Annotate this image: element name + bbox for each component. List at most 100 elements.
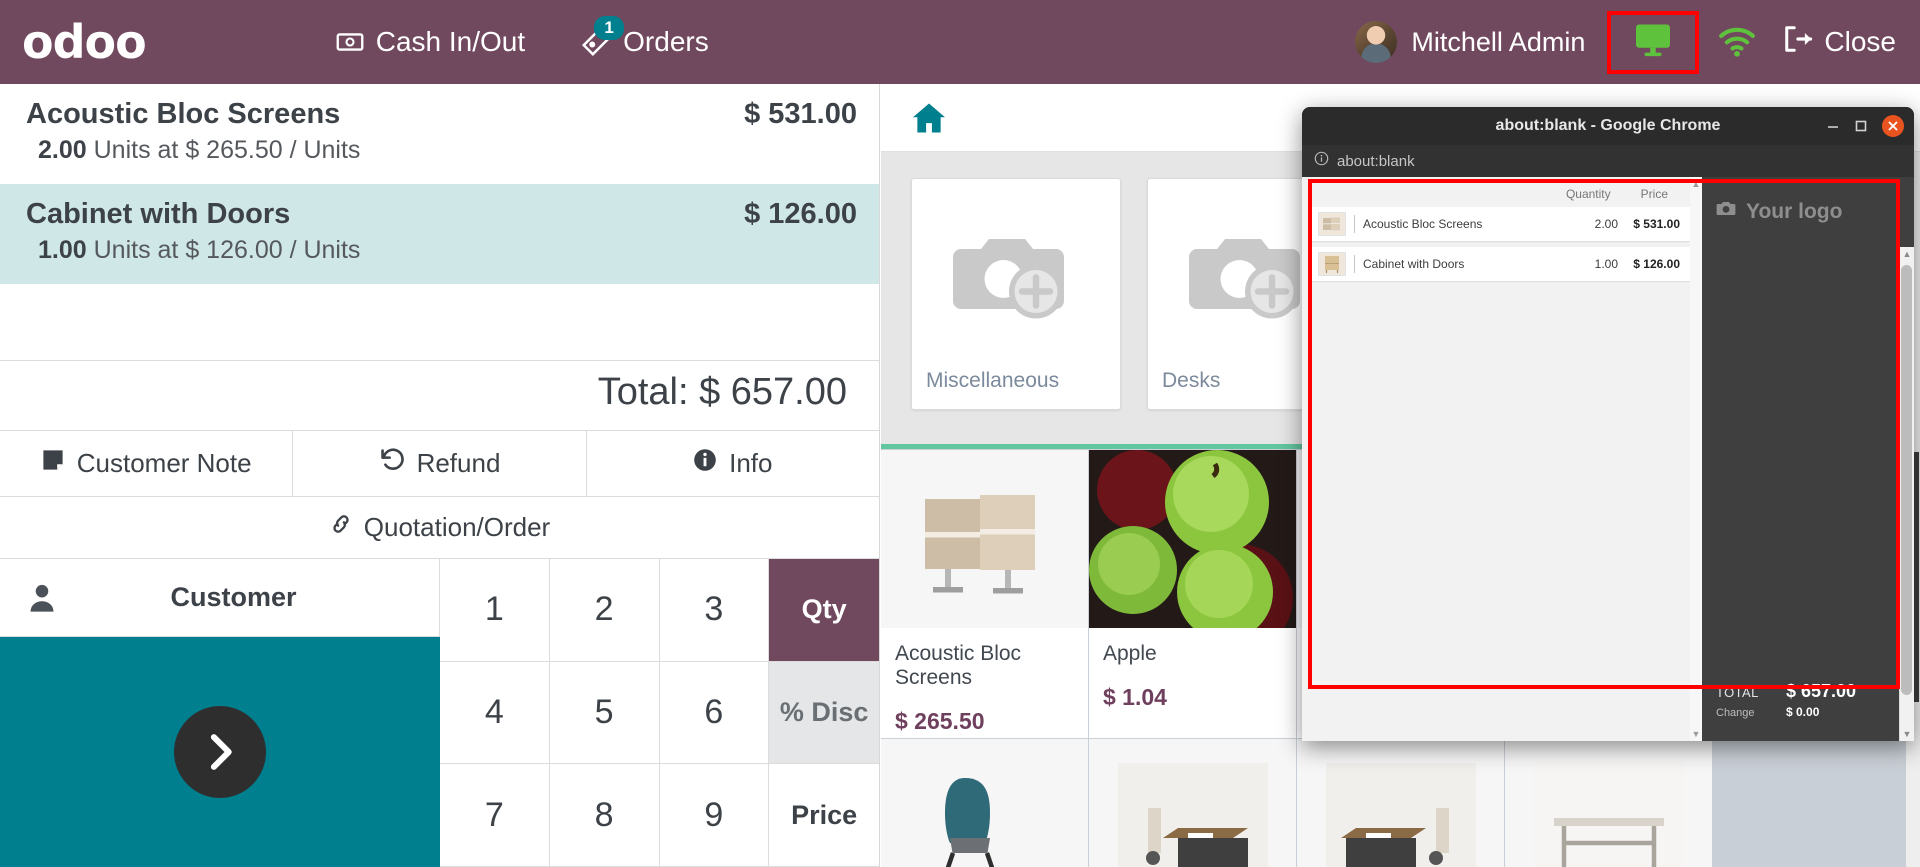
scroll-up-arrow-icon[interactable]: ▲: [1900, 249, 1914, 259]
order-empty-space: [0, 284, 879, 361]
numpad-key-5[interactable]: 5: [549, 661, 660, 765]
quotation-order-label: Quotation/Order: [363, 512, 551, 542]
numpad-key-4[interactable]: 4: [440, 661, 550, 765]
customer-display-totals: TOTAL $ 657.00 Change $ 0.00: [1702, 681, 1914, 741]
logo-placeholder: Your logo: [1702, 177, 1914, 225]
customer-display-order-panel: Quantity Price Acoustic Bloc Screens 2.0…: [1302, 177, 1702, 741]
customer-display-line: Acoustic Bloc Screens 2.00 $ 531.00: [1312, 207, 1692, 241]
close-button[interactable]: Close: [1783, 25, 1902, 60]
link-icon: [329, 512, 353, 543]
orders-label: Orders: [623, 26, 709, 57]
avatar[interactable]: [1355, 21, 1398, 63]
orders-count-badge: 1: [594, 16, 625, 40]
category-label: Miscellaneous: [926, 369, 1060, 392]
numpad-mode-price[interactable]: Price: [769, 764, 879, 867]
product-image-chair: [881, 739, 1088, 867]
order-actions-row: Customer Note Refund Info: [0, 431, 879, 497]
product-image-table: [1505, 739, 1712, 867]
numpad-key-7[interactable]: 7: [440, 764, 550, 867]
customer-display-column-headers: Quantity Price: [1302, 177, 1702, 207]
chrome-scrollbar-thumb[interactable]: [1901, 265, 1912, 695]
order-line-unit-text: Units at $ 126.00 / Units: [93, 236, 361, 264]
scroll-down-arrow-icon[interactable]: ▼: [1690, 729, 1702, 739]
header-center-actions: Cash In/Out 1 Orders: [336, 16, 709, 58]
numpad-left-column: Customer: [0, 559, 440, 867]
numpad-mode-qty[interactable]: Qty: [769, 559, 879, 662]
order-line-name: Cabinet with Doors: [26, 198, 291, 230]
product-image-desk: [1089, 739, 1296, 867]
chrome-content: Quantity Price Acoustic Bloc Screens 2.0…: [1302, 177, 1914, 741]
header-right-group: Mitchell Admin Close: [1355, 10, 1920, 74]
window-controls: [1826, 107, 1904, 145]
logout-icon: [1783, 25, 1813, 60]
order-lines-list: Acoustic Bloc Screens $ 531.00 2.00 Unit…: [0, 84, 879, 284]
numpad-key-1[interactable]: 1: [440, 559, 550, 662]
customer-display-line-price: $ 126.00: [1633, 257, 1680, 271]
product-name: Acoustic Bloc Screens: [895, 642, 1022, 689]
chrome-page-scrollbar[interactable]: ▲ ▼: [1899, 247, 1914, 741]
customer-display-button-highlight[interactable]: [1607, 10, 1700, 74]
divider: [1354, 215, 1355, 233]
product-card[interactable]: [1505, 739, 1712, 867]
product-card[interactable]: [881, 739, 1088, 867]
category-card-miscellaneous[interactable]: Miscellaneous: [911, 178, 1121, 410]
product-card[interactable]: [1297, 739, 1504, 867]
refund-button[interactable]: Refund: [293, 431, 587, 496]
username-label[interactable]: Mitchell Admin: [1411, 27, 1585, 58]
info-button[interactable]: Info: [587, 431, 879, 496]
numpad-mode-discount[interactable]: % Disc: [769, 661, 879, 765]
customer-display-line: Cabinet with Doors 1.00 $ 126.00: [1312, 247, 1692, 281]
info-icon: [693, 448, 717, 479]
order-line-price: $ 531.00: [744, 98, 857, 130]
quotation-order-button[interactable]: Quotation/Order: [0, 497, 879, 559]
product-card[interactable]: Acoustic Bloc Screens $ 265.50: [881, 450, 1088, 738]
total-value: $ 657.00: [1786, 681, 1857, 701]
order-line-unit-text: Units at $ 265.50 / Units: [93, 136, 361, 164]
chrome-titlebar[interactable]: about:blank - Google Chrome: [1302, 107, 1914, 145]
order-line[interactable]: Acoustic Bloc Screens $ 531.00 2.00 Unit…: [0, 84, 879, 184]
cash-icon: [336, 28, 364, 56]
scroll-down-arrow-icon[interactable]: ▼: [1900, 729, 1914, 739]
numpad-key-8[interactable]: 8: [549, 764, 660, 867]
numpad-key-6[interactable]: 6: [659, 661, 770, 765]
orders-button[interactable]: 1 Orders: [581, 16, 709, 58]
customer-note-button[interactable]: Customer Note: [0, 431, 294, 496]
customer-display-line-qty: 2.00: [1594, 217, 1618, 231]
product-card[interactable]: [1089, 739, 1296, 867]
numpad-key-3[interactable]: 3: [659, 559, 770, 662]
odoo-logo[interactable]: odoo: [22, 15, 147, 69]
product-price: $ 1.04: [1103, 684, 1167, 710]
customer-display-scrollbar[interactable]: ▲ ▼: [1690, 177, 1702, 741]
numpad-key-2[interactable]: 2: [549, 559, 660, 662]
order-line-top: Cabinet with Doors $ 126.00: [26, 198, 857, 231]
customer-display-change-row: Change $ 0.00: [1716, 705, 1914, 719]
logo-placeholder-label: Your logo: [1746, 200, 1843, 223]
column-header-price: Price: [1640, 187, 1668, 201]
customer-button[interactable]: Customer: [0, 559, 440, 637]
customer-display-line-price: $ 531.00: [1633, 217, 1680, 231]
numpad-key-9[interactable]: 9: [659, 764, 770, 867]
category-placeholder-image: [912, 179, 1120, 369]
pay-button[interactable]: [0, 637, 440, 867]
wifi-status-icon[interactable]: [1717, 27, 1757, 57]
chevron-right-icon: [210, 734, 232, 770]
product-card[interactable]: Apple $ 1.04: [1089, 450, 1296, 738]
chrome-window-title: about:blank - Google Chrome: [1495, 117, 1721, 134]
maximize-icon[interactable]: [1854, 119, 1868, 133]
close-icon[interactable]: [1882, 115, 1904, 137]
order-line-qty: 2.00: [38, 136, 87, 164]
chrome-url-text: about:blank: [1337, 152, 1415, 170]
home-icon[interactable]: [911, 102, 947, 134]
order-line[interactable]: Cabinet with Doors $ 126.00 1.00 Units a…: [0, 184, 879, 284]
minimize-icon[interactable]: [1826, 119, 1840, 133]
numpad-area: Customer 1 2 3 Qty 4 5 6 % Disc 7 8 9 Pr…: [0, 559, 879, 867]
cash-in-out-button[interactable]: Cash In/Out: [336, 26, 525, 58]
customer-display-line-qty: 1.00: [1594, 257, 1618, 271]
camera-icon: [1716, 199, 1738, 225]
person-icon: [28, 583, 68, 613]
chrome-urlbar[interactable]: about:blank: [1302, 145, 1914, 177]
scroll-up-arrow-icon[interactable]: ▲: [1690, 179, 1702, 189]
cash-in-out-label: Cash In/Out: [375, 26, 526, 57]
product-price: $ 265.50: [895, 708, 985, 734]
order-line-top: Acoustic Bloc Screens $ 531.00: [26, 98, 857, 131]
